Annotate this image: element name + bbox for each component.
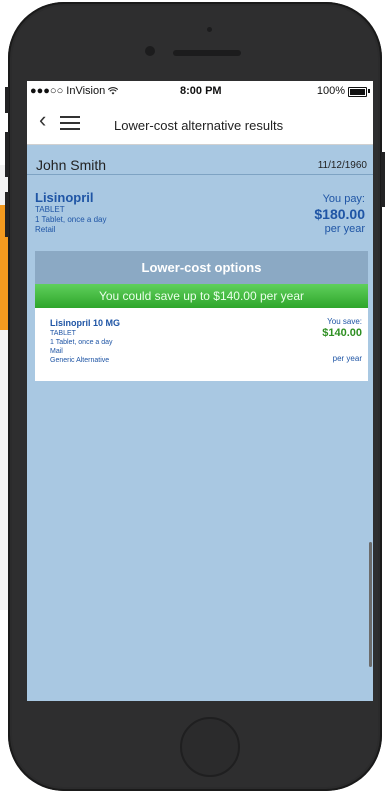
back-chevron-icon[interactable]: ‹	[39, 109, 46, 131]
battery-tip	[368, 89, 370, 93]
drug-dosage: 1 Tablet, once a day	[35, 215, 107, 224]
options-header: Lower-cost options	[35, 251, 368, 284]
alternative-card[interactable]: Lisinopril 10 MG TABLET 1 Tablet, once a…	[35, 308, 368, 381]
volume-up-button	[5, 132, 9, 177]
patient-name: John Smith	[36, 157, 107, 173]
drug-name: Lisinopril	[35, 190, 94, 205]
alternative-details: Lisinopril 10 MG TABLET 1 Tablet, once a…	[50, 318, 120, 365]
pay-label: You pay:	[322, 193, 365, 205]
clock: 8:00 PM	[180, 85, 222, 97]
wifi-icon	[108, 87, 119, 95]
volume-down-button	[5, 192, 9, 237]
alternative-name: Lisinopril 10 MG	[50, 318, 121, 328]
navigation-bar: ‹ Lower-cost alternative results	[27, 101, 373, 145]
alternative-savings: You save: $140.00 per year	[322, 317, 362, 363]
save-amount: $140.00	[322, 327, 362, 339]
front-camera	[145, 46, 155, 56]
patient-header: John Smith 11/12/1960	[27, 156, 373, 175]
pay-amount: $180.00	[314, 206, 365, 222]
home-button[interactable]	[180, 717, 240, 777]
battery-icon	[348, 87, 367, 97]
alternative-dosage: 1 Tablet, once a day	[50, 339, 113, 346]
drug-pharmacy: Retail	[35, 225, 56, 234]
power-button	[381, 152, 385, 207]
hamburger-menu-icon[interactable]	[60, 116, 80, 134]
status-bar: ●●●○○ InVision 8:00 PM 100%	[27, 81, 373, 101]
sensor-dot	[207, 27, 212, 32]
earpiece-speaker	[173, 50, 241, 56]
scrollbar[interactable]	[369, 542, 372, 667]
page-title: Lower-cost alternative results	[114, 118, 284, 133]
phone-screen: ●●●○○ InVision 8:00 PM 100% ‹ Lower-cost…	[27, 81, 373, 701]
save-period: per year	[332, 354, 362, 363]
drug-form: TABLET	[35, 205, 65, 214]
savings-banner: You could save up to $140.00 per year	[35, 284, 368, 308]
current-cost: You pay: $180.00 per year	[314, 193, 365, 236]
pay-period: per year	[324, 223, 365, 235]
current-drug: Lisinopril TABLET 1 Tablet, once a day R…	[35, 191, 106, 235]
alternative-form: TABLET	[50, 330, 76, 337]
battery-percent: 100%	[316, 85, 345, 97]
mute-switch	[5, 87, 9, 113]
alternative-type: Generic Alternative	[50, 357, 110, 364]
save-label: You save:	[327, 317, 362, 326]
carrier-signal: ●●●○○ InVision	[30, 85, 119, 97]
alternative-delivery: Mail	[50, 348, 63, 355]
patient-dob: 11/12/1960	[317, 160, 367, 171]
